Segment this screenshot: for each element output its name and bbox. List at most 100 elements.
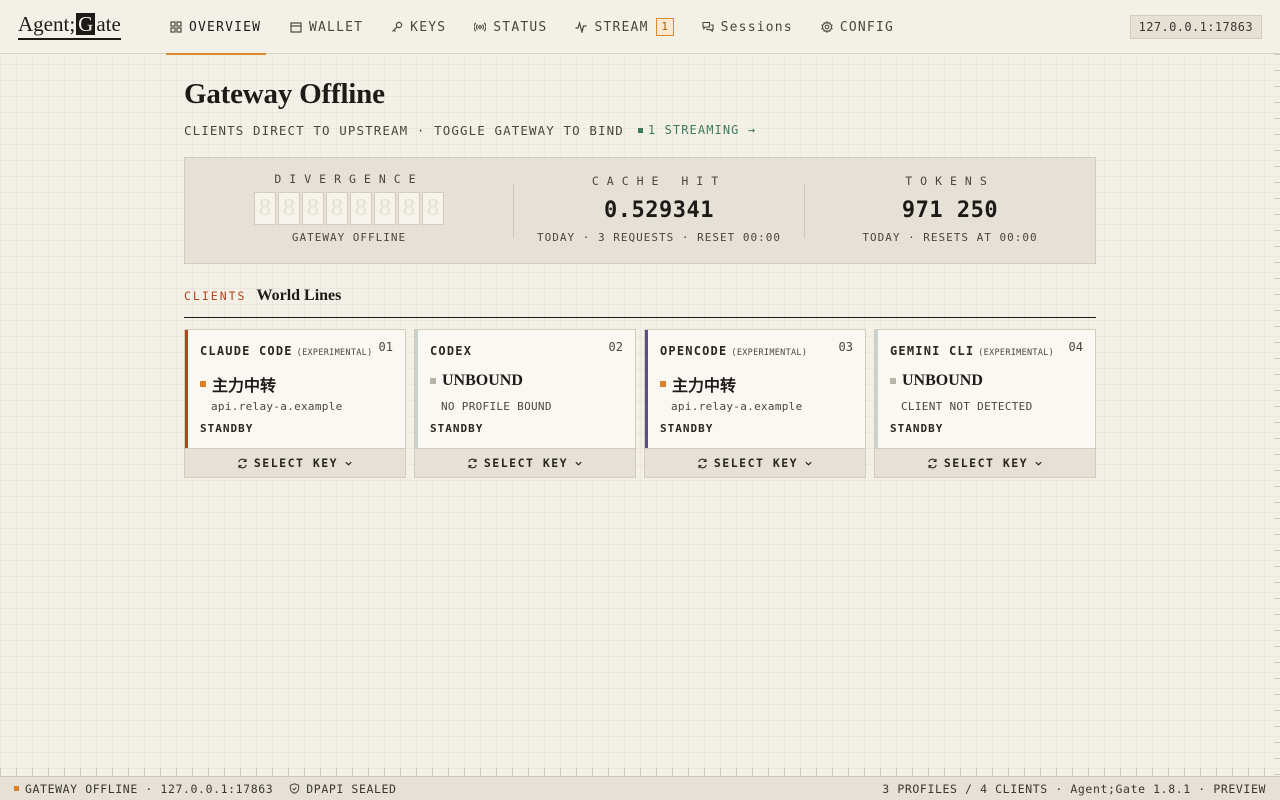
logo-text-boxed: G bbox=[76, 12, 96, 36]
stat-label: CACHE HIT bbox=[591, 174, 727, 188]
refresh-icon bbox=[468, 458, 477, 468]
stat-caption: TODAY · 3 REQUESTS · RESET 00:00 bbox=[537, 231, 781, 244]
streaming-link-label: 1 STREAMING → bbox=[647, 123, 757, 137]
divergence-digit: 8 bbox=[326, 192, 348, 225]
nav-label: KEYS bbox=[410, 19, 447, 35]
chevron-down-icon bbox=[805, 461, 812, 466]
client-card[interactable]: CLAUDE CODE (EXPERIMENTAL) 01 主力中转 api.re… bbox=[184, 329, 406, 478]
nav-label: OVERVIEW bbox=[189, 19, 262, 35]
select-key-label: SELECT KEY bbox=[943, 456, 1029, 470]
nav-label: STATUS bbox=[493, 19, 548, 35]
client-card[interactable]: OPENCODE (EXPERIMENTAL) 03 主力中转 api.relay… bbox=[644, 329, 866, 478]
nav-status[interactable]: STATUS bbox=[470, 0, 551, 54]
client-card-body: OPENCODE (EXPERIMENTAL) 03 主力中转 api.relay… bbox=[645, 330, 865, 449]
stat-value: 0.529341 bbox=[604, 198, 714, 223]
client-name: OPENCODE (EXPERIMENTAL) bbox=[660, 344, 807, 358]
chevron-down-icon bbox=[345, 461, 352, 466]
client-endpoint: CLIENT NOT DETECTED bbox=[901, 400, 1033, 413]
nav-wallet[interactable]: WALLET bbox=[286, 0, 367, 54]
experimental-tag: (EXPERIMENTAL) bbox=[978, 348, 1055, 358]
broadcast-icon bbox=[474, 22, 487, 32]
nav-keys[interactable]: KEYS bbox=[387, 0, 450, 54]
client-binding: 主力中转 bbox=[660, 372, 736, 396]
subtitle-text: CLIENTS DIRECT TO UPSTREAM · TOGGLE GATE… bbox=[184, 122, 624, 138]
select-key-label: SELECT KEY bbox=[483, 456, 569, 470]
divergence-digit: 8 bbox=[374, 192, 396, 225]
binding-status-icon bbox=[430, 378, 436, 384]
nav-label: STREAM bbox=[594, 19, 649, 35]
experimental-tag: (EXPERIMENTAL) bbox=[296, 348, 373, 358]
select-key-button[interactable]: SELECT KEY bbox=[185, 448, 405, 477]
chevron-down-icon bbox=[1035, 461, 1042, 466]
streaming-link[interactable]: 1 STREAMING → bbox=[637, 123, 757, 137]
app-logo[interactable]: Agent; Gate bbox=[18, 10, 121, 40]
logo-text-left: Agent; bbox=[18, 12, 76, 36]
stat-caption: TODAY · RESETS AT 00:00 bbox=[862, 231, 1038, 244]
nav-stream[interactable]: STREAM 1 bbox=[571, 0, 677, 54]
shield-icon bbox=[290, 783, 300, 794]
clients-section-header: CLIENTS World Lines bbox=[184, 287, 1096, 318]
status-bar-right: 3 PROFILES / 4 CLIENTS · Agent;Gate 1.8.… bbox=[882, 781, 1266, 796]
status-bar-left: GATEWAY OFFLINE · 127.0.0.1:17863 DPAPI … bbox=[14, 782, 397, 796]
key-icon bbox=[392, 21, 403, 32]
chat-icon bbox=[702, 21, 714, 33]
nav-sessions[interactable]: Sessions bbox=[698, 0, 797, 54]
divergence-digit: 8 bbox=[398, 192, 420, 225]
grid-icon bbox=[170, 21, 182, 33]
binding-label: 主力中转 bbox=[672, 378, 737, 395]
seal-status-text: DPAPI SEALED bbox=[306, 781, 397, 796]
bottom-ruler bbox=[0, 768, 1280, 776]
chevron-down-icon bbox=[575, 461, 582, 466]
pulse-icon bbox=[575, 21, 587, 33]
client-number: 01 bbox=[378, 340, 393, 354]
client-binding: UNBOUND bbox=[890, 372, 983, 390]
binding-status-icon bbox=[890, 378, 896, 384]
client-binding: UNBOUND bbox=[430, 372, 523, 390]
client-name-text: OPENCODE bbox=[660, 344, 728, 358]
client-endpoint: NO PROFILE BOUND bbox=[441, 400, 552, 413]
binding-label: 主力中转 bbox=[212, 378, 277, 395]
stat-cache-hit: CACHE HIT 0.529341 TODAY · 3 REQUESTS · … bbox=[514, 158, 804, 263]
stat-value: 971 250 bbox=[901, 198, 999, 223]
gateway-status-text: GATEWAY OFFLINE · 127.0.0.1:17863 bbox=[25, 781, 274, 796]
binding-status-icon bbox=[200, 381, 206, 387]
nav-label: Sessions bbox=[720, 19, 793, 35]
client-name-text: CLAUDE CODE bbox=[200, 344, 293, 358]
nav-overview[interactable]: OVERVIEW bbox=[166, 0, 266, 55]
client-number: 02 bbox=[608, 340, 623, 354]
client-card-body: GEMINI CLI (EXPERIMENTAL) 04 UNBOUND CLIE… bbox=[875, 330, 1095, 449]
client-binding: 主力中转 bbox=[200, 372, 276, 396]
select-key-button[interactable]: SELECT KEY bbox=[875, 448, 1095, 477]
client-name: CODEX bbox=[430, 344, 472, 358]
refresh-icon bbox=[928, 458, 937, 468]
gear-icon bbox=[821, 21, 833, 33]
gateway-address[interactable]: 127.0.0.1:17863 bbox=[1129, 15, 1262, 39]
nav-config[interactable]: CONFIG bbox=[817, 0, 898, 54]
client-endpoint: api.relay-a.example bbox=[671, 400, 803, 413]
experimental-tag: (EXPERIMENTAL) bbox=[731, 348, 808, 358]
select-key-button[interactable]: SELECT KEY bbox=[415, 448, 635, 477]
client-state: STANDBY bbox=[200, 422, 254, 435]
page-subtitle: CLIENTS DIRECT TO UPSTREAM · TOGGLE GATE… bbox=[184, 122, 756, 138]
client-card[interactable]: CODEX 02 UNBOUND NO PROFILE BOUND STANDB… bbox=[414, 329, 636, 478]
select-key-button[interactable]: SELECT KEY bbox=[645, 448, 865, 477]
stream-count-badge: 1 bbox=[655, 18, 674, 36]
client-name-text: CODEX bbox=[430, 344, 473, 358]
section-kicker: CLIENTS bbox=[184, 289, 247, 303]
client-endpoint: api.relay-a.example bbox=[211, 400, 343, 413]
refresh-icon bbox=[238, 458, 247, 468]
client-state: STANDBY bbox=[660, 422, 714, 435]
stat-caption: GATEWAY OFFLINE bbox=[291, 231, 407, 244]
nav-label: CONFIG bbox=[839, 19, 895, 35]
page-title: Gateway Offline bbox=[184, 78, 385, 110]
binding-label: UNBOUND bbox=[442, 372, 523, 389]
client-name: GEMINI CLI (EXPERIMENTAL) bbox=[890, 344, 1054, 358]
client-card-body: CLAUDE CODE (EXPERIMENTAL) 01 主力中转 api.re… bbox=[185, 330, 405, 449]
right-ruler bbox=[1274, 54, 1280, 776]
client-card[interactable]: GEMINI CLI (EXPERIMENTAL) 04 UNBOUND CLIE… bbox=[874, 329, 1096, 478]
binding-status-icon bbox=[660, 381, 666, 387]
divergence-digit: 8 bbox=[350, 192, 372, 225]
select-key-label: SELECT KEY bbox=[253, 456, 339, 470]
stat-divergence: DIVERGENCE 8 8 8 8 8 8 8 8 GATEWAY OFFLI… bbox=[185, 158, 513, 263]
stats-panel: DIVERGENCE 8 8 8 8 8 8 8 8 GATEWAY OFFLI… bbox=[184, 157, 1096, 264]
